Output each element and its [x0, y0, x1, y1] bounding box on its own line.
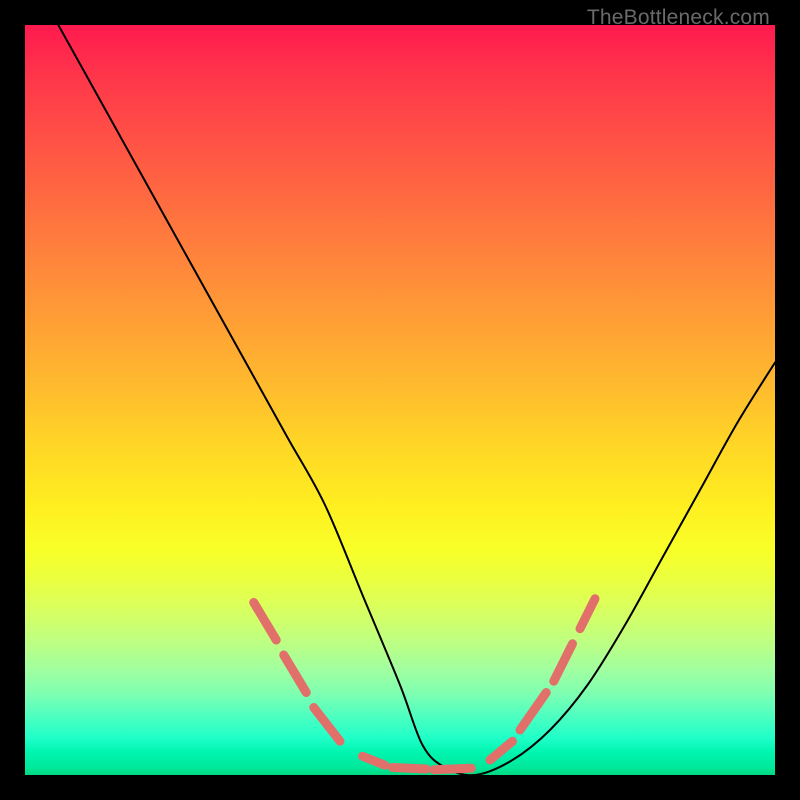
- highlight-segment: [434, 768, 472, 770]
- highlight-segment: [393, 768, 427, 770]
- highlight-segment: [363, 756, 386, 765]
- highlight-segments: [254, 599, 595, 770]
- highlight-segment: [554, 644, 573, 682]
- highlight-segment: [490, 741, 513, 760]
- bottleneck-curve-line: [25, 25, 775, 775]
- curve-svg: [25, 25, 775, 775]
- plot-area: [25, 25, 775, 775]
- highlight-segment: [254, 603, 277, 641]
- highlight-segment: [520, 693, 546, 731]
- highlight-segment: [284, 655, 307, 693]
- highlight-segment: [580, 599, 595, 629]
- highlight-segment: [314, 708, 340, 742]
- chart-frame: TheBottleneck.com: [0, 0, 800, 800]
